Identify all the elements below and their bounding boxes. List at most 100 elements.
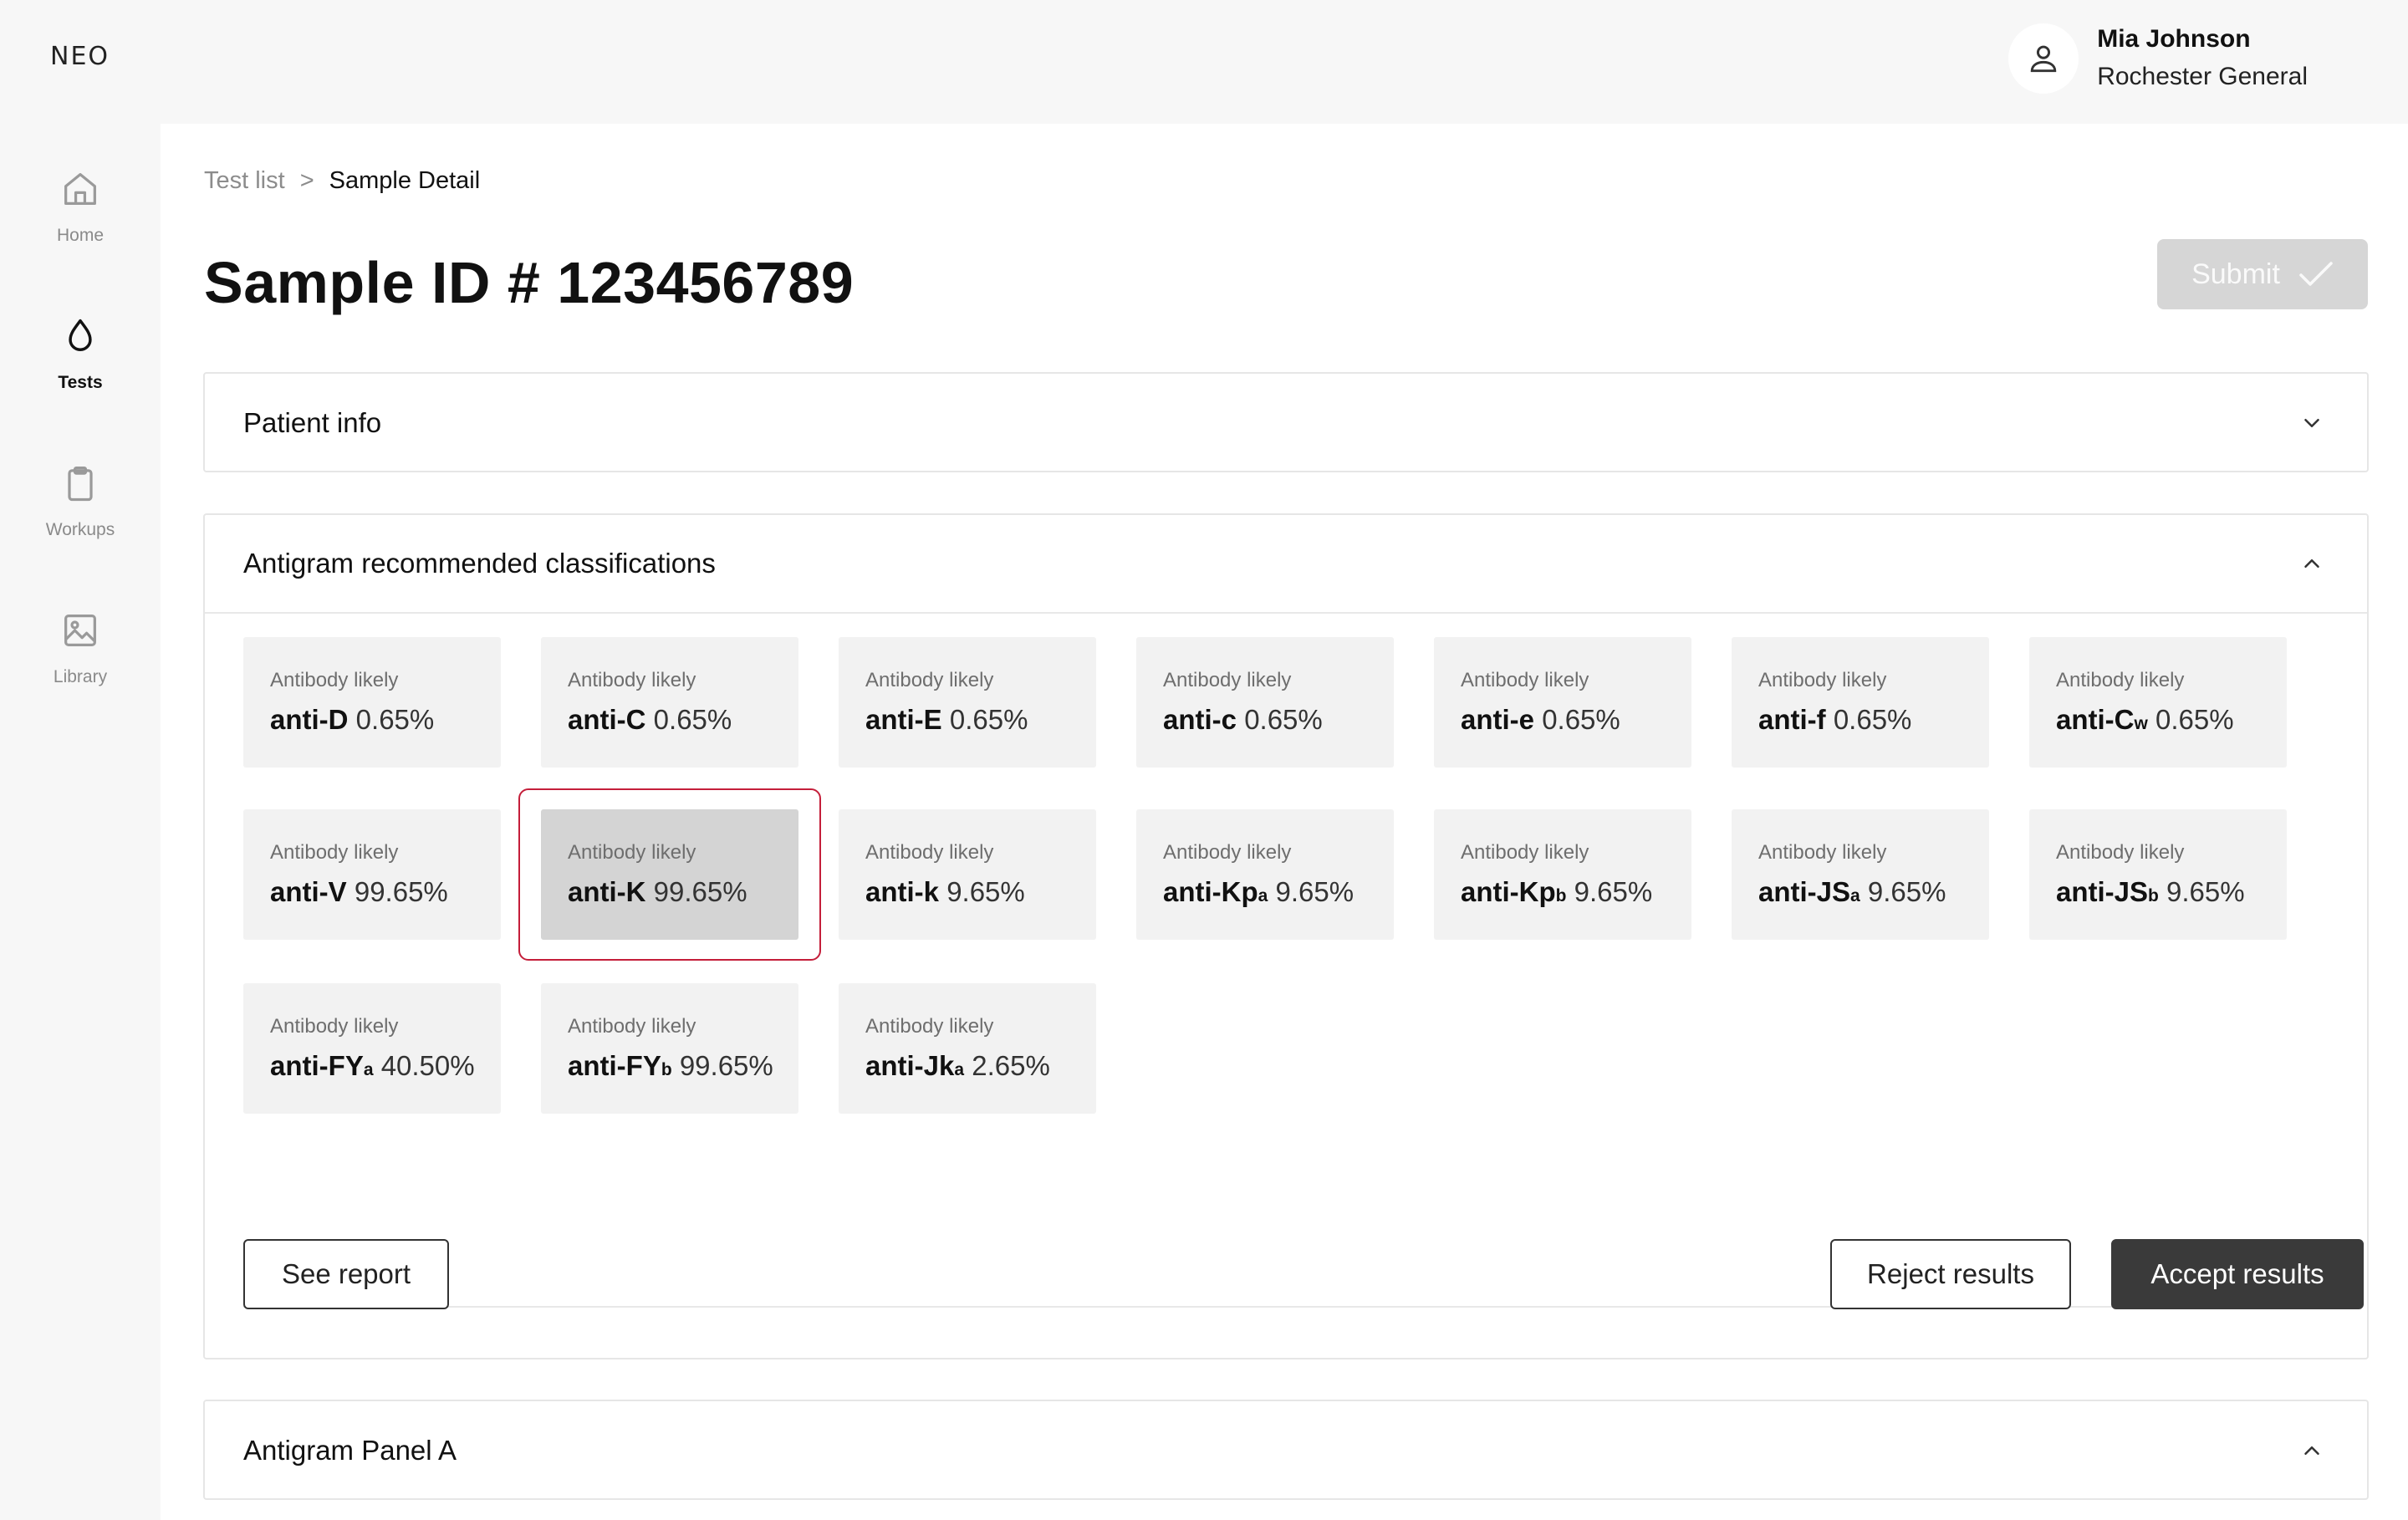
tile-label: Antibody likely bbox=[865, 841, 994, 864]
user-menu[interactable]: Mia Johnson Rochester General bbox=[2008, 23, 2308, 94]
tile-label: Antibody likely bbox=[270, 669, 399, 691]
tile-label: Antibody likely bbox=[2056, 841, 2185, 864]
antibody-percent: 9.65% bbox=[1574, 876, 1653, 907]
tile-value: anti-f 0.65% bbox=[1758, 704, 1911, 736]
tile-label: Antibody likely bbox=[568, 841, 696, 864]
classification-tile[interactable]: Antibody likely anti-FYb 99.65% bbox=[541, 983, 798, 1114]
antibody-name: anti-D bbox=[270, 704, 349, 735]
chevron-up-icon[interactable] bbox=[2295, 1434, 2329, 1467]
classification-tile[interactable]: Antibody likely anti-Cw 0.65% bbox=[2029, 637, 2287, 768]
antibody-percent: 0.65% bbox=[355, 704, 435, 735]
page-title: Sample ID # 123456789 bbox=[204, 250, 855, 315]
classification-tile[interactable]: Antibody likely anti-FYa 40.50% bbox=[243, 983, 501, 1114]
sidebar-item-tests[interactable]: Tests bbox=[0, 313, 161, 421]
sidebar-item-workups[interactable]: Workups bbox=[0, 460, 161, 569]
antibody-name: anti-FY bbox=[270, 1050, 364, 1081]
antibody-percent: 99.65% bbox=[679, 1050, 773, 1081]
antibody-subscript: w bbox=[2134, 714, 2148, 733]
submit-label: Submit bbox=[2191, 258, 2280, 290]
antibody-name: anti-FY bbox=[568, 1050, 661, 1081]
tile-label: Antibody likely bbox=[1163, 669, 1292, 691]
antibody-subscript: a bbox=[363, 1060, 374, 1079]
classification-tile[interactable]: Antibody likely anti-K 99.65% bbox=[541, 809, 798, 940]
antibody-name: anti-Kp bbox=[1163, 876, 1258, 907]
antibody-percent: 0.65% bbox=[1542, 704, 1620, 735]
classification-tile[interactable]: Antibody likely anti-f 0.65% bbox=[1732, 637, 1989, 768]
tile-value: anti-Kpb 9.65% bbox=[1461, 876, 1652, 908]
antibody-name: anti-k bbox=[865, 876, 940, 907]
section-title: Patient info bbox=[243, 407, 382, 438]
classification-tile[interactable]: Antibody likely anti-C 0.65% bbox=[541, 637, 798, 768]
reject-results-button[interactable]: Reject results bbox=[1830, 1239, 2071, 1309]
user-name: Mia Johnson bbox=[2097, 25, 2251, 53]
antibody-name: anti-Kp bbox=[1461, 876, 1556, 907]
top-bar: NEO Mia Johnson Rochester General bbox=[0, 0, 2408, 124]
antibody-percent: 99.65% bbox=[653, 876, 747, 907]
classifications-section: Antigram recommended classifications Ant… bbox=[203, 513, 2369, 1359]
breadcrumb-current: Sample Detail bbox=[329, 167, 481, 194]
classification-tile[interactable]: Antibody likely anti-V 99.65% bbox=[243, 809, 501, 940]
antibody-subscript: b bbox=[661, 1060, 672, 1079]
patient-info-header[interactable]: Patient info bbox=[205, 374, 2367, 472]
breadcrumb-test-list[interactable]: Test list bbox=[204, 167, 285, 195]
tile-label: Antibody likely bbox=[865, 1015, 994, 1038]
antibody-subscript: a bbox=[1850, 886, 1860, 905]
classifications-header[interactable]: Antigram recommended classifications bbox=[205, 515, 2367, 614]
tile-value: anti-JSb 9.65% bbox=[2056, 876, 2245, 908]
app-logo[interactable]: NEO bbox=[50, 42, 110, 71]
antibody-percent: 9.65% bbox=[946, 876, 1025, 907]
main-content: Test list > Sample Detail Sample ID # 12… bbox=[161, 124, 2408, 1520]
classification-tile[interactable]: Antibody likely anti-JSa 9.65% bbox=[1732, 809, 1989, 940]
check-icon bbox=[2299, 262, 2333, 286]
classification-tile[interactable]: Antibody likely anti-JSb 9.65% bbox=[2029, 809, 2287, 940]
tile-value: anti-C 0.65% bbox=[568, 704, 732, 736]
classification-tile[interactable]: Antibody likely anti-Kpa 9.65% bbox=[1136, 809, 1394, 940]
antibody-name: anti-E bbox=[865, 704, 942, 735]
clipboard-icon bbox=[57, 460, 104, 507]
tile-value: anti-FYb 99.65% bbox=[568, 1050, 773, 1082]
home-icon bbox=[57, 166, 104, 212]
sidebar-item-label: Home bbox=[56, 226, 105, 245]
submit-button[interactable]: Submit bbox=[2157, 239, 2368, 309]
antibody-name: anti-f bbox=[1758, 704, 1826, 735]
antibody-name: anti-Jk bbox=[865, 1050, 955, 1081]
tile-label: Antibody likely bbox=[1461, 841, 1589, 864]
accept-results-button[interactable]: Accept results bbox=[2111, 1239, 2364, 1309]
user-icon[interactable] bbox=[2008, 23, 2079, 94]
antibody-percent: 9.65% bbox=[1867, 876, 1946, 907]
classification-tile[interactable]: Antibody likely anti-D 0.65% bbox=[243, 637, 501, 768]
antibody-subscript: a bbox=[954, 1060, 965, 1079]
antibody-percent: 0.65% bbox=[1833, 704, 1912, 735]
classification-tile[interactable]: Antibody likely anti-c 0.65% bbox=[1136, 637, 1394, 768]
antibody-percent: 9.65% bbox=[1275, 876, 1354, 907]
antibody-percent: 9.65% bbox=[2166, 876, 2245, 907]
classification-tile[interactable]: Antibody likely anti-k 9.65% bbox=[839, 809, 1096, 940]
chevron-up-icon[interactable] bbox=[2295, 547, 2329, 580]
sidebar-item-library[interactable]: Library bbox=[0, 607, 161, 716]
tile-label: Antibody likely bbox=[1758, 669, 1887, 691]
antibody-percent: 0.65% bbox=[2155, 704, 2234, 735]
sidebar-item-label: Library bbox=[53, 667, 108, 686]
see-report-button[interactable]: See report bbox=[243, 1239, 449, 1309]
antigram-panel-a-header[interactable]: Antigram Panel A bbox=[205, 1401, 2367, 1500]
classification-tile[interactable]: Antibody likely anti-e 0.65% bbox=[1434, 637, 1691, 768]
antibody-percent: 2.65% bbox=[972, 1050, 1050, 1081]
classification-tile[interactable]: Antibody likely anti-Kpb 9.65% bbox=[1434, 809, 1691, 940]
sidebar-item-label: Tests bbox=[58, 373, 103, 392]
antibody-name: anti-e bbox=[1461, 704, 1535, 735]
tile-label: Antibody likely bbox=[270, 1015, 399, 1038]
chevron-down-icon[interactable] bbox=[2295, 406, 2329, 440]
section-title: Antigram recommended classifications bbox=[243, 548, 716, 579]
sidebar-item-home[interactable]: Home bbox=[0, 166, 161, 274]
antibody-name: anti-JS bbox=[2056, 876, 2149, 907]
sidebar: Home Tests Workups Library bbox=[0, 124, 161, 1520]
classification-tile[interactable]: Antibody likely anti-E 0.65% bbox=[839, 637, 1096, 768]
tile-value: anti-c 0.65% bbox=[1163, 704, 1323, 736]
tile-value: anti-Jka 2.65% bbox=[865, 1050, 1050, 1082]
classification-tile[interactable]: Antibody likely anti-Jka 2.65% bbox=[839, 983, 1096, 1114]
antibody-percent: 99.65% bbox=[354, 876, 448, 907]
tile-label: Antibody likely bbox=[1758, 841, 1887, 864]
tile-label: Antibody likely bbox=[2056, 669, 2185, 691]
antibody-name: anti-K bbox=[568, 876, 646, 907]
antibody-percent: 40.50% bbox=[380, 1050, 475, 1081]
